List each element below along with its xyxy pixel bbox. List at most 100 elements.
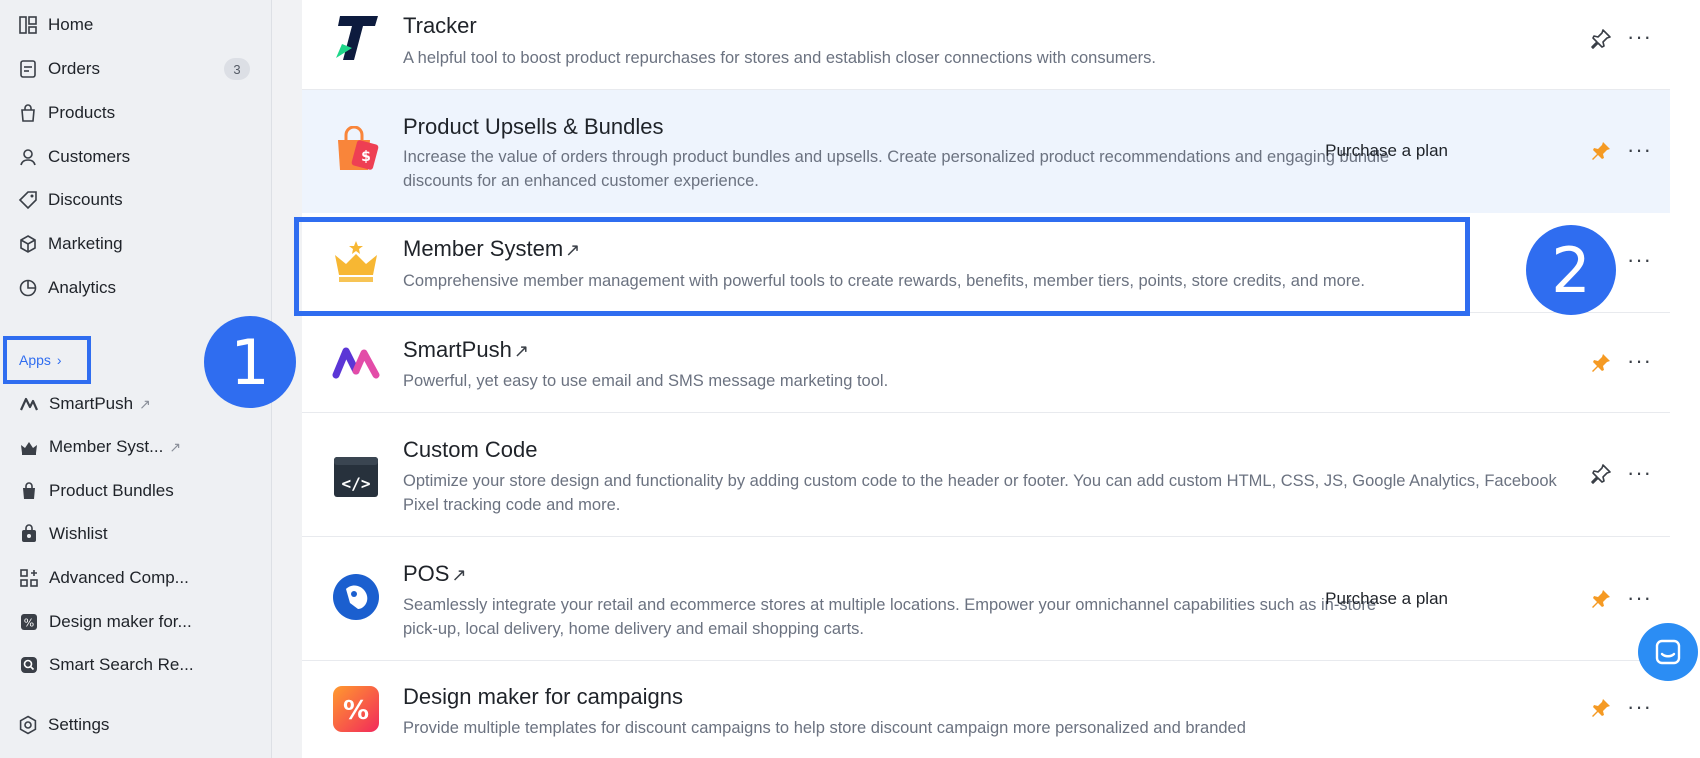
app-label: SmartPush [49, 394, 134, 413]
app-description: Powerful, yet easy to use email and SMS … [403, 372, 889, 390]
bundles-icon [19, 481, 39, 501]
smartpush-icon [19, 394, 39, 414]
external-link-icon: ↗ [169, 438, 182, 455]
app-label: Product Bundles [49, 481, 174, 500]
apps-link[interactable]: Apps › [3, 336, 91, 384]
products-icon [18, 103, 38, 123]
nav-label: Orders [48, 59, 100, 78]
marketing-icon [18, 234, 38, 254]
nav-label: Analytics [48, 278, 117, 297]
app-title: Design maker for campaigns [403, 684, 684, 709]
customers-icon [18, 147, 38, 167]
app-row-pos[interactable]: POS ↗ Seamlessly integrate your retail an… [302, 537, 1670, 661]
external-link-icon: ↗ [513, 341, 529, 361]
more-options-button[interactable]: ··· [1627, 585, 1652, 611]
app-description: A helpful tool to boost product repurcha… [403, 49, 1156, 67]
nav-discounts[interactable]: Discounts [18, 182, 250, 218]
more-options-button[interactable]: ··· [1627, 247, 1652, 273]
app-description: Increase the value of orders through pro… [403, 148, 1390, 190]
nav-orders[interactable]: Orders 3 [18, 51, 250, 87]
app-label: Wishlist [49, 524, 108, 543]
pin-icon-active[interactable] [1588, 586, 1614, 612]
app-title: SmartPush ↗ [403, 337, 529, 362]
nav-settings[interactable]: Settings [18, 707, 250, 743]
nav-label: Discounts [48, 190, 123, 209]
design-maker-logo-icon: % [332, 685, 380, 733]
svg-text:%: % [24, 617, 34, 630]
pin-icon[interactable] [1588, 461, 1614, 487]
app-wishlist[interactable]: Wishlist [19, 516, 249, 552]
nav-label: Customers [48, 147, 131, 166]
app-row-product-upsells[interactable]: $ Product Upsells & Bundles Increase the… [302, 90, 1670, 213]
app-description: Provide multiple templates for discount … [403, 719, 1246, 737]
app-member-system[interactable]: Member Syst... ↗ [19, 429, 249, 465]
more-options-button[interactable]: ··· [1627, 137, 1652, 163]
nav-customers[interactable]: Customers [18, 139, 250, 175]
app-row-custom-code[interactable]: </> Custom Code Optimize your store desi… [302, 413, 1670, 537]
nav-marketing[interactable]: Marketing [18, 226, 250, 262]
pin-icon[interactable] [1588, 26, 1614, 52]
external-link-icon: ↗ [451, 565, 467, 585]
code-logo-icon: </> [332, 453, 380, 501]
svg-text:</>: </> [342, 474, 371, 493]
gear-icon [18, 715, 38, 735]
smartpush-logo-icon [332, 339, 380, 387]
step-1-marker: 1 [204, 316, 296, 408]
grid-icon [19, 568, 39, 588]
nav-label: Settings [48, 715, 110, 734]
pos-logo-icon [332, 573, 380, 621]
app-description: Seamlessly integrate your retail and eco… [403, 596, 1377, 638]
nav-label: Home [48, 15, 94, 34]
pin-icon-active[interactable] [1588, 350, 1614, 376]
nav-products[interactable]: Products [18, 95, 250, 131]
apps-list: Tracker A helpful tool to boost product … [302, 0, 1700, 758]
chat-button[interactable] [1638, 623, 1698, 681]
app-title: Tracker [403, 13, 477, 38]
apps-label: Apps [19, 352, 51, 368]
pin-icon-active[interactable] [1588, 138, 1614, 164]
search-icon [19, 655, 39, 675]
chevron-right-icon: › [56, 352, 62, 368]
external-link-icon: ↗ [139, 395, 151, 412]
orders-count-badge: 3 [224, 58, 250, 80]
crown-icon [19, 437, 39, 457]
nav-label: Products [48, 103, 116, 122]
app-label: Design maker for... [49, 612, 192, 631]
more-options-button[interactable]: ··· [1627, 348, 1652, 374]
more-options-button[interactable]: ··· [1627, 460, 1652, 486]
app-design-maker[interactable]: % Design maker for... [19, 604, 249, 640]
percent-icon: % [19, 612, 39, 632]
svg-text:%: % [343, 696, 369, 726]
app-advanced-comp[interactable]: Advanced Comp... [19, 560, 249, 596]
app-label: Smart Search Re... [49, 655, 194, 674]
more-options-button[interactable]: ··· [1627, 694, 1652, 720]
chat-icon [1655, 639, 1681, 665]
app-label: Member Syst... [49, 437, 164, 456]
home-icon [18, 15, 38, 35]
app-row-tracker[interactable]: Tracker A helpful tool to boost product … [302, 0, 1670, 90]
svg-text:$: $ [361, 149, 371, 165]
analytics-icon [18, 278, 38, 298]
more-options-button[interactable]: ··· [1627, 24, 1652, 50]
purchase-plan-link[interactable]: Purchase a plan [1325, 589, 1448, 609]
nav-analytics[interactable]: Analytics [18, 270, 250, 306]
app-smart-search[interactable]: Smart Search Re... [19, 647, 249, 683]
app-title: Custom Code [403, 437, 538, 462]
wishlist-icon [19, 524, 39, 544]
app-row-smartpush[interactable]: SmartPush ↗ Powerful, yet easy to use ema… [302, 313, 1670, 413]
member-system-highlight-box [294, 217, 1470, 316]
upsells-logo-icon: $ [332, 126, 380, 174]
nav-label: Marketing [48, 234, 123, 253]
app-product-bundles[interactable]: Product Bundles [19, 473, 249, 509]
pin-icon-active[interactable] [1588, 695, 1614, 721]
purchase-plan-link[interactable]: Purchase a plan [1325, 141, 1448, 161]
app-label: Advanced Comp... [49, 568, 189, 587]
app-description: Optimize your store design and functiona… [403, 472, 1557, 514]
discounts-icon [18, 190, 38, 210]
orders-icon [18, 59, 38, 79]
app-title: POS ↗ [403, 561, 467, 586]
step-2-marker: 2 [1526, 225, 1616, 315]
app-row-design-maker[interactable]: % Design maker for campaigns Provide mul… [302, 661, 1670, 758]
app-title: Product Upsells & Bundles [403, 114, 664, 139]
nav-home[interactable]: Home [18, 7, 250, 43]
